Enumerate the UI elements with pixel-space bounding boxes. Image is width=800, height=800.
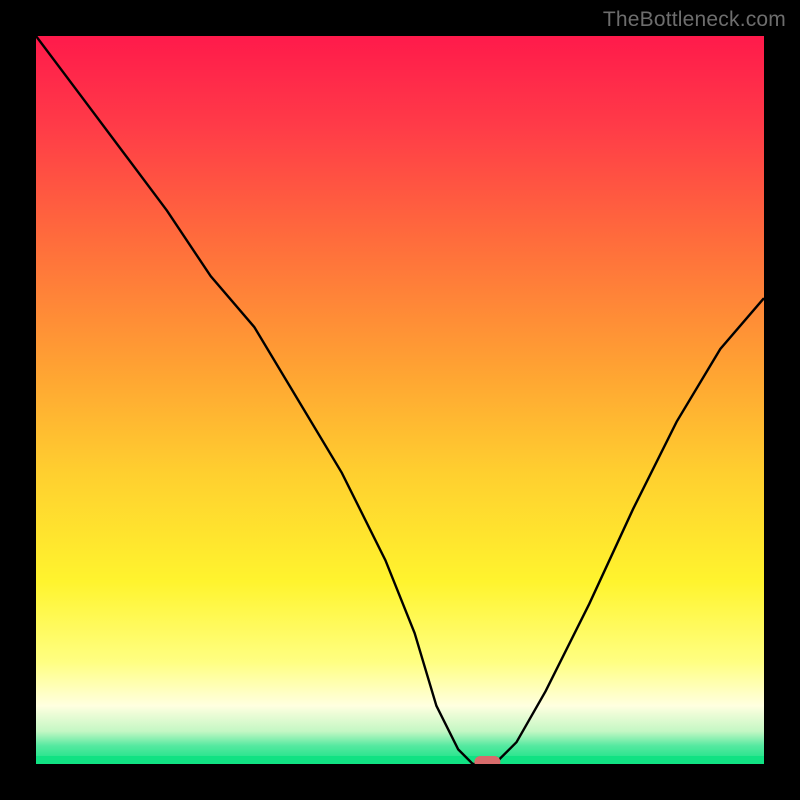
plot-area	[36, 36, 764, 764]
zero-bottleneck-band	[36, 756, 764, 764]
optimal-point-marker	[474, 756, 500, 764]
gradient-background	[36, 36, 764, 764]
watermark-text: TheBottleneck.com	[603, 8, 786, 32]
chart-frame: TheBottleneck.com	[0, 0, 800, 800]
bottleneck-chart	[36, 36, 764, 764]
